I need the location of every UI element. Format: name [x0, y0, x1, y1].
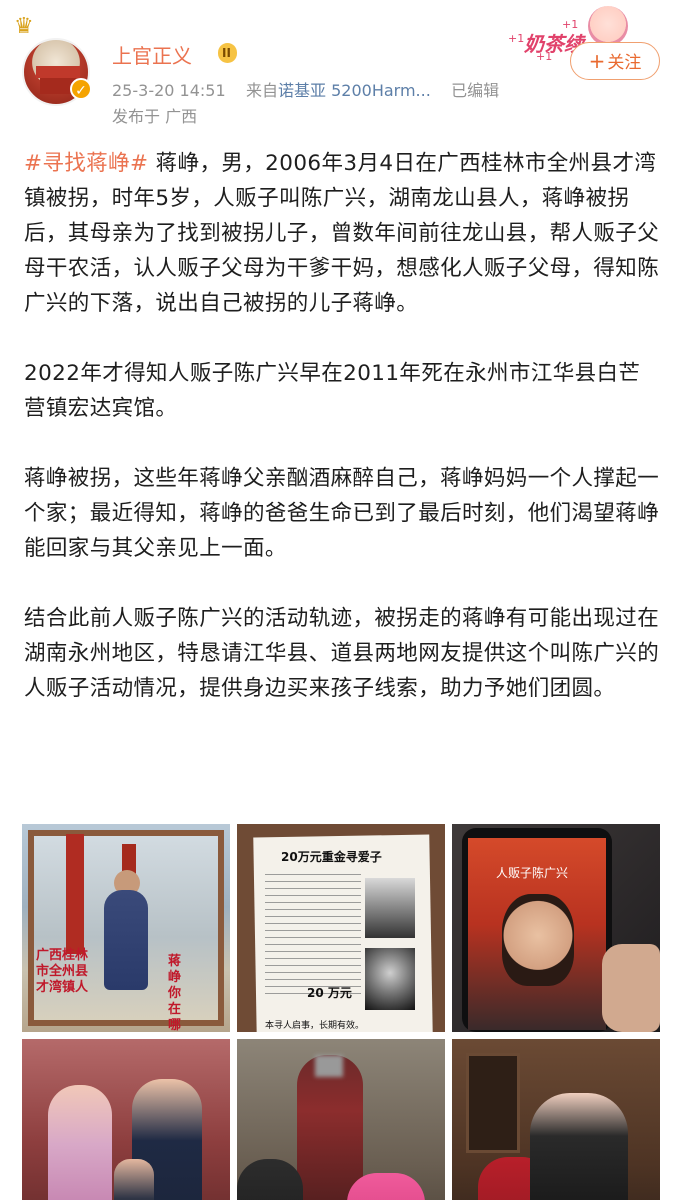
sticker-face-icon: [588, 6, 628, 46]
avatar-roof: [36, 66, 80, 78]
family-child: [114, 1159, 154, 1200]
poster-photo: [365, 948, 415, 1010]
poster-photo: [365, 878, 415, 938]
poster-footer: 本寻人启事，长期有效。: [265, 1021, 365, 1031]
edited-label[interactable]: 已编辑: [451, 81, 499, 100]
portrait-face: [502, 894, 574, 986]
person-figure: [530, 1093, 628, 1200]
sticker-plus-one: +1: [508, 32, 525, 45]
timestamp: 25-3-20 14:51: [112, 81, 226, 100]
poster-reward: 20 万元: [307, 986, 352, 1000]
person-figure: [237, 1159, 303, 1200]
follow-label: 关注: [607, 53, 642, 73]
level-badge: II: [218, 43, 237, 63]
image-thumbnail-2[interactable]: 20万元重金寻爱子 20 万元 本寻人启事，长期有效。: [237, 824, 445, 1032]
poster-title: 20万元重金寻爱子: [281, 850, 382, 864]
level-badge-label: II: [222, 46, 231, 60]
hashtag-link[interactable]: #寻找蒋峥#: [24, 151, 148, 176]
follow-button[interactable]: + 关注: [570, 42, 660, 80]
paragraph-1: #寻找蒋峥# 蒋峥，男，2006年3月4日在广西桂林市全州县才湾镇被拐，时年5岁…: [24, 146, 660, 321]
post-meta: 25-3-20 14:51 来自诺基亚 5200Harm... 已编辑: [112, 77, 499, 101]
photo-pillar: [66, 834, 84, 954]
verified-badge-icon: ✓: [70, 78, 92, 100]
child-figure: [104, 890, 148, 990]
image-thumbnail-6[interactable]: [452, 1039, 660, 1200]
post-header: ♛ ✓ 上官正义 II 25-3-20 14:51 来自诺基亚 5200Harm…: [0, 0, 684, 140]
hand: [602, 944, 660, 1032]
doorway: [466, 1053, 520, 1153]
paragraph-2: 2022年才得知人贩子陈广兴早在2011年死在永州市江华县白芒营镇宏达宾馆。: [24, 361, 641, 421]
image-1-caption-right: 蒋峥你在哪: [168, 954, 182, 1032]
image-thumbnail-5[interactable]: [237, 1039, 445, 1200]
image-thumbnail-1[interactable]: 广西桂林市全州县才湾镇人 蒋峥你在哪: [22, 824, 230, 1032]
post-body: #寻找蒋峥# 蒋峥，男，2006年3月4日在广西桂林市全州县才湾镇被拐，时年5岁…: [24, 146, 660, 741]
phone-screen-label: 人贩子陈广兴: [496, 866, 569, 880]
crown-icon: ♛: [14, 14, 34, 39]
username[interactable]: 上官正义: [112, 40, 192, 69]
image-thumbnail-4[interactable]: [22, 1039, 230, 1200]
plus-icon: +: [588, 49, 606, 73]
image-1-caption-left: 广西桂林市全州县才湾镇人: [36, 948, 89, 995]
source-prefix: 来自: [246, 81, 279, 100]
family-mother: [48, 1085, 112, 1200]
poster-text-lines: [265, 874, 361, 994]
paragraph-3: 蒋峥被拐，这些年蒋峥父亲酗酒麻醉自己，蒋峥妈妈一个人撑起一个家；最近得知，蒋峥的…: [24, 466, 660, 561]
source-device-link[interactable]: 诺基亚 5200Harm...: [278, 81, 431, 100]
post-location: 发布于 广西: [112, 107, 198, 126]
image-thumbnail-3[interactable]: 人贩子陈广兴: [452, 824, 660, 1032]
blurred-face: [315, 1055, 343, 1077]
paragraph-4: 结合此前人贩子陈广兴的活动轨迹，被拐走的蒋峥有可能出现过在湖南永州地区，特恳请江…: [24, 606, 660, 701]
